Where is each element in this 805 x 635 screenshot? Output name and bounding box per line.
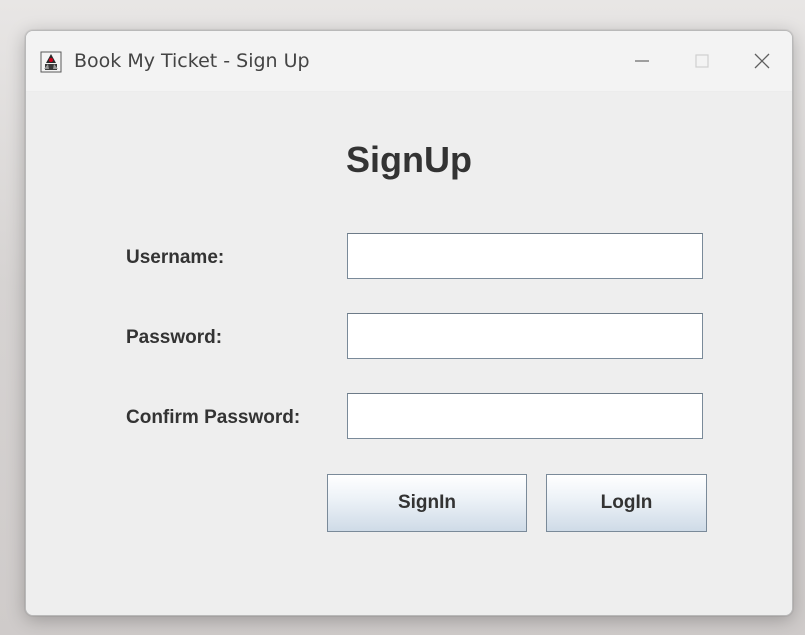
java-duke-icon	[40, 51, 62, 73]
maximize-button[interactable]	[672, 31, 732, 91]
close-button[interactable]	[732, 31, 792, 91]
minimize-icon	[634, 53, 650, 69]
minimize-button[interactable]	[612, 31, 672, 91]
form-panel: SignUp Username: Password: Confirm Passw…	[26, 92, 792, 615]
password-field[interactable]	[347, 313, 703, 359]
confirm-password-field[interactable]	[347, 393, 703, 439]
username-field[interactable]	[347, 233, 703, 279]
confirm-password-label: Confirm Password:	[126, 407, 301, 428]
username-label: Username:	[126, 247, 225, 268]
page-title: SignUp	[346, 139, 472, 180]
window-title: Book My Ticket - Sign Up	[74, 50, 310, 72]
close-icon	[753, 52, 771, 70]
password-label: Password:	[126, 327, 223, 348]
login-button[interactable]: LogIn	[546, 474, 707, 532]
title-bar[interactable]: Book My Ticket - Sign Up	[26, 31, 792, 92]
signin-button[interactable]: SignIn	[327, 474, 527, 532]
signup-window: Book My Ticket - Sign Up SignUp Username…	[25, 30, 793, 616]
maximize-icon	[694, 53, 710, 69]
